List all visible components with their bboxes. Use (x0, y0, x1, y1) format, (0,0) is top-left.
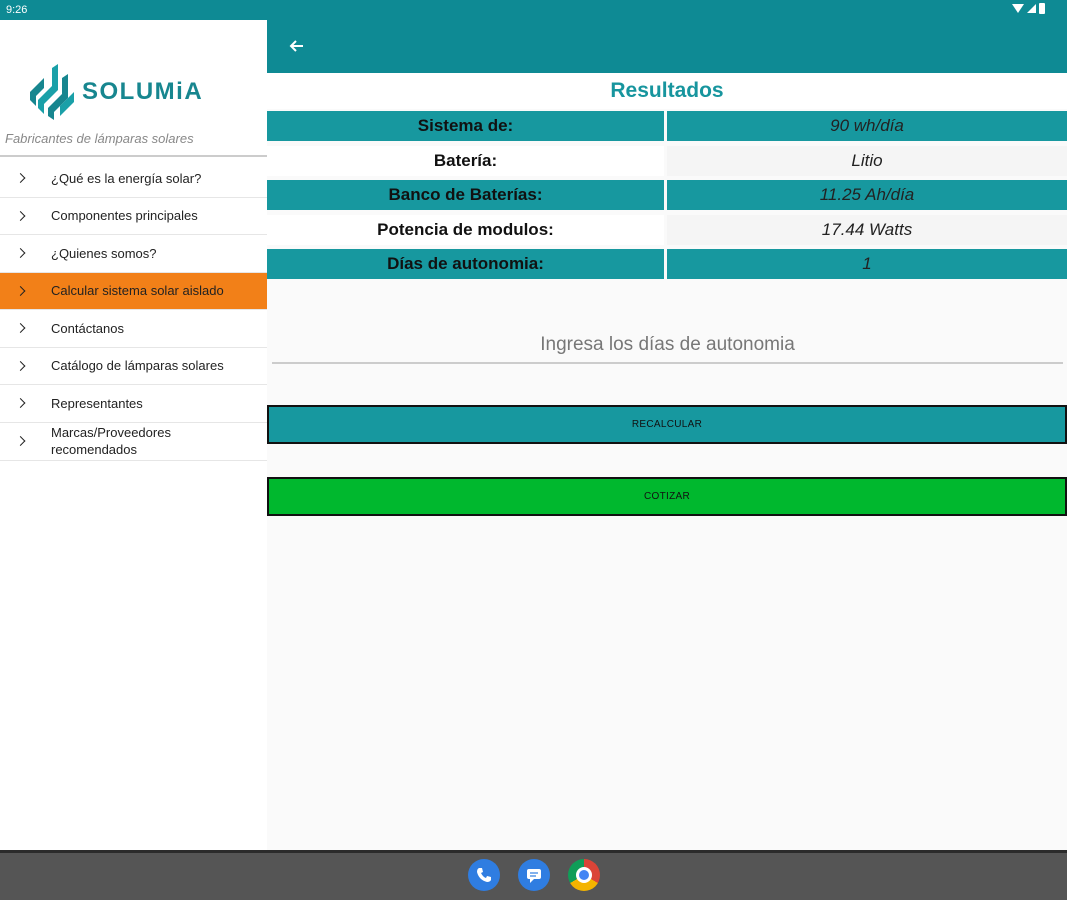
table-row: Sistema de: 90 wh/día (267, 111, 1067, 145)
quote-button[interactable]: COTIZAR (267, 477, 1067, 516)
signal-icon (1027, 4, 1036, 13)
arrow-back-icon[interactable] (289, 38, 305, 54)
menu-item-calcular-sistema[interactable]: Calcular sistema solar aislado (0, 272, 267, 310)
table-row: Banco de Baterías: 11.25 Ah/día (267, 180, 1067, 214)
results-panel: Resultados Sistema de: 90 wh/día Batería… (267, 73, 1067, 850)
chevron-right-icon (15, 398, 26, 409)
row-label: Banco de Baterías: (267, 180, 664, 210)
menu-item-energia-solar[interactable]: ¿Qué es la energía solar? (0, 160, 267, 198)
row-label: Días de autonomia: (267, 249, 664, 279)
phone-glyph-icon (477, 868, 491, 882)
menu-item-quienes-somos[interactable]: ¿Quienes somos? (0, 235, 267, 273)
navigation-drawer: SOLUMiA Fabricantes de lámparas solares … (0, 20, 267, 850)
menu-item-label: ¿Quienes somos? (51, 245, 157, 261)
chrome-icon[interactable] (568, 859, 600, 891)
system-nav-bar (0, 850, 1067, 900)
table-row: Días de autonomia: 1 (267, 249, 1067, 283)
table-row: Batería: Litio (267, 145, 1067, 180)
autonomy-days-input[interactable] (272, 328, 1063, 362)
row-value: 17.44 Watts (667, 214, 1067, 245)
drawer-divider (0, 155, 267, 157)
menu-item-componentes[interactable]: Componentes principales (0, 198, 267, 235)
menu-item-label: Catálogo de lámparas solares (51, 358, 224, 374)
app-bar (267, 20, 1067, 73)
recalculate-button[interactable]: RECALCULAR (267, 405, 1067, 444)
message-glyph-icon (527, 869, 541, 883)
results-table: Sistema de: 90 wh/día Batería: Litio Ban… (267, 111, 1067, 284)
status-bar: 9:26 (0, 0, 1067, 20)
messages-icon[interactable] (518, 859, 550, 891)
menu-item-label: ¿Qué es la energía solar? (51, 170, 202, 186)
chevron-right-icon (15, 436, 26, 446)
status-icons (1012, 3, 1045, 14)
page-title: Resultados (267, 73, 1067, 109)
status-time: 9:26 (6, 4, 28, 16)
nav-divider (0, 850, 1067, 853)
row-label: Batería: (267, 145, 664, 176)
menu-item-label: Representantes (51, 395, 143, 411)
menu-item-label: Componentes principales (51, 208, 198, 224)
brand-logo: SOLUMiA (30, 64, 203, 120)
menu-item-contactanos[interactable]: Contáctanos (0, 310, 267, 348)
chrome-center (579, 870, 589, 880)
menu-item-label: Marcas/Proveedores recomendados (51, 425, 171, 457)
phone-icon[interactable] (468, 859, 500, 891)
drawer-menu: ¿Qué es la energía solar? Componentes pr… (0, 160, 267, 461)
chevron-right-icon (15, 173, 26, 184)
wifi-icon (1012, 4, 1024, 13)
table-row: Potencia de modulos: 17.44 Watts (267, 214, 1067, 249)
row-value: 90 wh/día (667, 111, 1067, 141)
autonomy-days-field-wrap (272, 328, 1063, 364)
row-value: 1 (667, 249, 1067, 279)
chevron-right-icon (15, 210, 26, 221)
brand-tagline: Fabricantes de lámparas solares (5, 131, 194, 146)
menu-item-marcas-proveedores[interactable]: Marcas/Proveedores recomendados (0, 423, 267, 461)
row-value: Litio (667, 145, 1067, 176)
row-value: 11.25 Ah/día (667, 180, 1067, 210)
row-label: Sistema de: (267, 111, 664, 141)
solumia-logo-icon (30, 64, 74, 120)
row-label: Potencia de modulos: (267, 214, 664, 245)
brand-name: SOLUMiA (82, 78, 204, 105)
chevron-right-icon (15, 323, 26, 334)
menu-item-representantes[interactable]: Representantes (0, 385, 267, 423)
chevron-right-icon (15, 360, 26, 371)
battery-icon (1039, 3, 1045, 14)
menu-item-catalogo[interactable]: Catálogo de lámparas solares (0, 348, 267, 385)
chevron-right-icon (15, 248, 26, 259)
menu-item-label: Contáctanos (51, 320, 124, 336)
chevron-right-icon (15, 285, 26, 296)
menu-item-label: Calcular sistema solar aislado (51, 283, 224, 299)
